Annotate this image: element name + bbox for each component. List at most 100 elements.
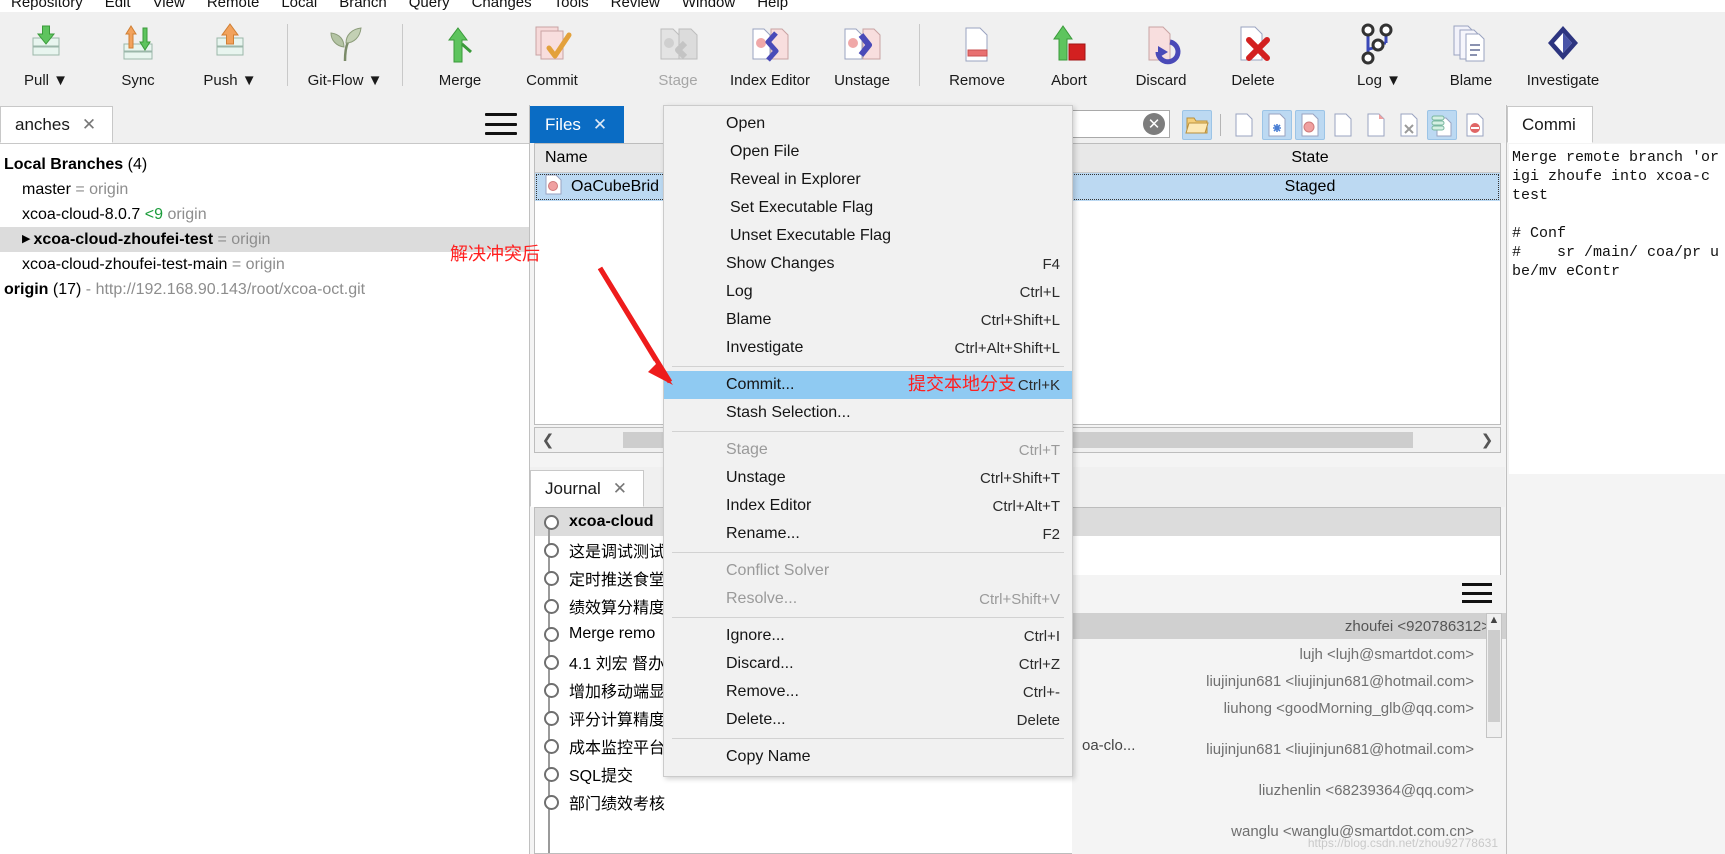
menu-item-open-file[interactable]: Open File — [664, 138, 1072, 166]
menu-item-stash-selection[interactable]: Stash Selection... — [664, 399, 1072, 427]
journal-row-text: 定时推送食堂 — [569, 572, 666, 589]
branch-tracking: = origin — [231, 256, 285, 273]
toolbar-investigate-button[interactable]: Investigate — [1517, 12, 1609, 100]
toolbar-unstage-button[interactable]: Unstage — [816, 12, 908, 100]
menu-item-index-editor[interactable]: Index Editor Ctrl+Alt+T — [664, 492, 1072, 520]
watermark: https://blog.csdn.net/zhou92778631 — [1307, 836, 1498, 850]
toolbar-merge-button[interactable]: Merge — [414, 12, 506, 100]
menu-changes[interactable]: Changes — [461, 0, 543, 11]
menu-item-rename[interactable]: Rename... F2 — [664, 520, 1072, 548]
menu-item-label: Blame — [726, 311, 772, 328]
menu-repository[interactable]: Repository — [0, 0, 94, 11]
author-entry: liujinjun681 <liujinjun681@hotmail.com> — [1206, 673, 1474, 690]
file-new-icon[interactable] — [1262, 110, 1292, 140]
menu-item-discard[interactable]: Discard... Ctrl+Z — [664, 650, 1072, 678]
authors-panel: zhoufei <920786312> ▲ oa-clo... lujh <lu… — [1072, 575, 1506, 854]
close-icon[interactable]: ✕ — [613, 479, 627, 499]
branch-tracking: = origin — [75, 181, 129, 198]
toolbar-pull-button[interactable]: Pull ▼ — [0, 12, 92, 100]
branch-row-xcoa-cloud-807[interactable]: xcoa-cloud-8.0.7 <9 origin — [0, 202, 529, 227]
toolbar-log-button[interactable]: Log ▼ — [1333, 12, 1425, 100]
menu-branch[interactable]: Branch — [328, 0, 398, 11]
toolbar-commit-button[interactable]: Commit — [506, 12, 598, 100]
menu-help[interactable]: Help — [746, 0, 799, 11]
menu-local[interactable]: Local — [270, 0, 328, 11]
menu-item-reveal-in-explorer[interactable]: Reveal in Explorer — [664, 166, 1072, 194]
toolbar-separator-3 — [919, 24, 920, 86]
menu-item-stage[interactable]: Stage Ctrl+T — [664, 436, 1072, 464]
menu-view[interactable]: View — [142, 0, 196, 11]
clear-search-icon[interactable]: ✕ — [1143, 113, 1165, 135]
toolbar-unstage-label: Unstage — [834, 72, 890, 89]
toolbar-abort-button[interactable]: Abort — [1023, 12, 1115, 100]
file-plain-icon[interactable] — [1229, 110, 1259, 140]
authors-header-author: zhoufei <920786312> — [1344, 617, 1490, 635]
toolbar-remove-button[interactable]: Remove — [931, 12, 1023, 100]
menu-tools[interactable]: Tools — [543, 0, 600, 11]
menu-item-conflict-solver[interactable]: Conflict Solver — [664, 557, 1072, 585]
close-icon[interactable]: ✕ — [593, 115, 607, 135]
toolbar-blame-button[interactable]: Blame — [1425, 12, 1517, 100]
menu-item-copy-name[interactable]: Copy Name — [664, 743, 1072, 771]
open-folder-icon[interactable] — [1182, 110, 1212, 140]
menu-item-delete[interactable]: Delete... Delete — [664, 706, 1072, 734]
toolbar-index-editor-label: Index Editor — [729, 72, 811, 89]
toolbar-pull-label: Pull ▼ — [23, 72, 69, 89]
branches-menu-icon[interactable] — [485, 113, 517, 135]
menu-item-remove[interactable]: Remove... Ctrl+- — [664, 678, 1072, 706]
menu-item-log[interactable]: Log Ctrl+L — [664, 278, 1072, 306]
menu-item-blame[interactable]: Blame Ctrl+Shift+L — [664, 306, 1072, 334]
file-modified-icon[interactable] — [1295, 110, 1325, 140]
author-entry: liujinjun681 <liujinjun681@hotmail.com> — [1206, 741, 1474, 758]
file-modified-icon — [545, 174, 563, 200]
discard-icon — [1139, 20, 1183, 68]
menu-separator — [672, 366, 1064, 367]
column-header-state[interactable]: State — [1120, 149, 1500, 167]
menu-item-resolve[interactable]: Resolve... Ctrl+Shift+V — [664, 585, 1072, 613]
toolbar-delete-button[interactable]: Delete — [1207, 12, 1299, 100]
menu-review[interactable]: Review — [600, 0, 671, 11]
tab-commit[interactable]: Commi — [1507, 106, 1593, 143]
menu-item-ignore[interactable]: Ignore... Ctrl+I — [664, 622, 1072, 650]
menu-item-open[interactable]: Open — [664, 110, 1072, 138]
menu-edit[interactable]: Edit — [94, 0, 142, 11]
file-conflicted-icon[interactable] — [1361, 110, 1391, 140]
toolbar-divider — [1220, 114, 1221, 136]
file-untracked-icon[interactable] — [1328, 110, 1358, 140]
branch-row-master[interactable]: master = origin — [0, 177, 529, 202]
commit-message-text[interactable]: Merge remote branch 'origi zhoufe into x… — [1509, 144, 1725, 474]
menu-item-shortcut: Ctrl+L — [1019, 283, 1060, 301]
menu-window[interactable]: Window — [671, 0, 746, 11]
file-ignored-icon[interactable] — [1460, 110, 1490, 140]
scroll-up-icon[interactable]: ▲ — [1487, 614, 1501, 626]
menu-query[interactable]: Query — [398, 0, 461, 11]
scroll-right-icon[interactable]: ❯ — [1474, 431, 1500, 449]
toolbar-push-button[interactable]: Push ▼ — [184, 12, 276, 100]
menu-remote[interactable]: Remote — [196, 0, 271, 11]
menu-item-investigate[interactable]: Investigate Ctrl+Alt+Shift+L — [664, 334, 1072, 362]
remote-row-origin[interactable]: origin (17) - http://192.168.90.143/root… — [0, 277, 529, 302]
file-staged-icon[interactable] — [1427, 110, 1457, 140]
file-missing-icon[interactable] — [1394, 110, 1424, 140]
menu-item-label: Rename... — [726, 525, 800, 542]
menu-item-copy-path[interactable]: Copy Path Alt+Insert — [664, 771, 1072, 776]
menu-item-unstage[interactable]: Unstage Ctrl+Shift+T — [664, 464, 1072, 492]
close-icon[interactable]: ✕ — [82, 115, 96, 135]
menu-item-unset-executable-flag[interactable]: Unset Executable Flag — [664, 222, 1072, 250]
tab-journal[interactable]: Journal ✕ — [530, 470, 645, 507]
toolbar-stage-button[interactable]: Stage — [632, 12, 724, 100]
authors-menu-icon[interactable] — [1462, 583, 1492, 603]
toolbar-sync-button[interactable]: Sync — [92, 12, 184, 100]
menu-item-show-changes[interactable]: Show Changes F4 — [664, 250, 1072, 278]
unstage-icon — [839, 20, 885, 68]
toolbar-git-flow-button[interactable]: Git-Flow ▼ — [299, 12, 391, 100]
toolbar-index-editor-button[interactable]: Index Editor — [724, 12, 816, 100]
scroll-left-icon[interactable]: ❮ — [535, 431, 561, 449]
git-flow-icon — [322, 20, 368, 68]
menu-item-set-executable-flag[interactable]: Set Executable Flag — [664, 194, 1072, 222]
toolbar-discard-button[interactable]: Discard — [1115, 12, 1207, 100]
branch-section-count: (4) — [127, 156, 148, 173]
tab-files[interactable]: Files ✕ — [530, 106, 625, 143]
menu-item-shortcut: Delete — [1016, 711, 1060, 729]
tab-branches[interactable]: anches ✕ — [0, 106, 114, 143]
